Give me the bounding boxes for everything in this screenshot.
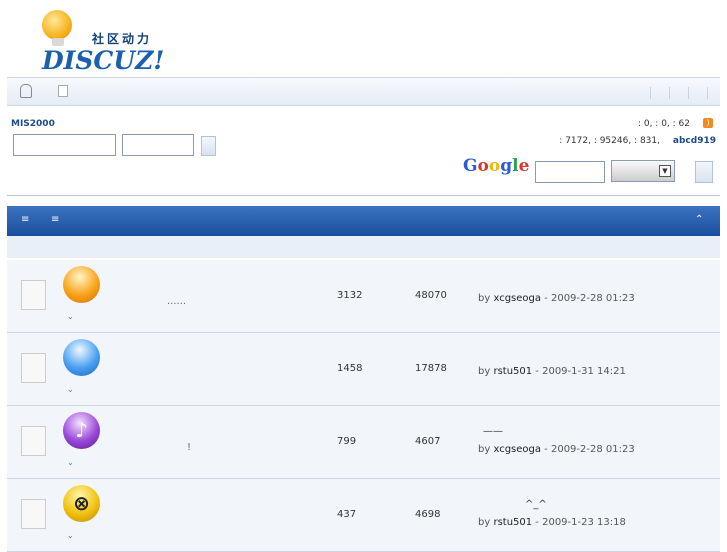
accessibility-orb-icon: ⊗ [63,485,100,522]
google-logo: Google [463,156,530,176]
site-name-link[interactable]: MIS2000 [11,119,55,129]
post-date: - 2009-1-23 13:18 [532,517,626,528]
last-post-title[interactable]: —— [483,426,503,437]
chevron-down-icon[interactable]: ⌄ [67,312,74,321]
user-icon[interactable] [20,84,32,98]
forum-header: ≡ ≡ ⌃ [7,206,720,236]
thread-doc-icon [21,280,46,310]
by-label: by [478,444,491,455]
forum-orb-icon [63,266,100,303]
last-post: by rstu501 - 2009-1-23 13:18 [478,517,626,528]
view-count: 4698 [415,509,441,520]
reply-count: 1458 [337,363,363,374]
music-orb-icon: ♪ [63,412,100,449]
thread-doc-icon [21,353,46,383]
thread-title[interactable]: ...... [167,296,186,307]
google-search-button[interactable] [695,161,713,183]
lightbulb-base [52,38,64,46]
toolbar-divider [669,87,670,99]
chevron-down-icon[interactable]: ⌄ [67,531,74,540]
forum-orb-icon [63,339,100,376]
thread-row[interactable]: ⌄ 1458 17878 by rstu501 - 2009-1-31 14:2… [7,333,720,406]
rss-icon[interactable]: ) [703,118,713,128]
info-panel: MIS2000 : 0, : 0, : 62 ) : 7172, : 95246… [7,106,720,196]
chevron-down-icon[interactable]: ⌄ [67,385,74,394]
username-input[interactable] [13,134,116,156]
by-label: by [478,366,491,377]
logo-text: DISCUZ! [42,46,165,75]
menu-icon[interactable]: ≡ [21,214,29,225]
google-search-input[interactable] [535,161,605,183]
post-date: - 2009-1-31 14:21 [532,366,626,377]
post-date: - 2009-2-28 01:23 [541,293,635,304]
toolbar-divider [707,87,708,99]
thread-doc-icon [21,426,46,456]
chevron-down-icon[interactable]: ⌄ [67,458,74,467]
forum-subheader [7,236,720,258]
logo-chinese: 社区动力 [92,32,153,46]
last-post: by xcgseoga - 2009-2-28 01:23 [478,444,635,455]
search-scope-select[interactable]: ▼ [611,160,675,182]
by-label: by [478,517,491,528]
username-link[interactable]: abcd919 [673,136,716,146]
reply-count: 799 [337,436,357,447]
reply-count: 437 [337,509,357,520]
thread-row[interactable]: ⌄ ...... 3132 48070 by xcgseoga - 2009-2… [7,260,720,333]
author-link[interactable]: rstu501 [493,517,532,528]
thread-doc-icon [21,499,46,529]
view-count: 48070 [415,290,447,301]
last-post: by xcgseoga - 2009-2-28 01:23 [478,293,635,304]
last-post: by rstu501 - 2009-1-31 14:21 [478,366,626,377]
reply-count: 3132 [337,290,363,301]
by-label: by [478,293,491,304]
login-button[interactable] [201,136,216,156]
author-link[interactable]: rstu501 [493,366,532,377]
toolbar-divider [650,87,651,99]
thread-title[interactable]: ! [187,442,191,453]
top-toolbar [7,77,720,106]
thread-row[interactable]: ⊗ ⌄ 437 4698 ^_^ by rstu501 - 2009-1-23 … [7,479,720,552]
collapse-icon[interactable]: ⌃ [695,214,703,225]
view-count: 4607 [415,436,441,447]
thread-row[interactable]: ♪ ⌄ ! 799 4607 —— by xcgseoga - 2009-2-2… [7,406,720,479]
view-count: 17878 [415,363,447,374]
toolbar-divider [688,87,689,99]
author-link[interactable]: xcgseoga [493,444,541,455]
author-link[interactable]: xcgseoga [493,293,541,304]
post-date: - 2009-2-28 01:23 [541,444,635,455]
chevron-down-icon: ▼ [659,165,671,177]
stats-line-1: : 0, : 0, : 62 [637,119,690,129]
stats-line-2: : 7172, : 95246, : 831, [559,136,660,146]
lightbulb-icon [42,10,72,40]
discuz-logo[interactable]: 社区动力 DISCUZ! [40,8,170,75]
last-post-title[interactable]: ^_^ [525,499,547,510]
list-icon[interactable]: ≡ [51,214,59,225]
page-icon[interactable] [58,85,68,97]
password-input[interactable] [122,134,194,156]
